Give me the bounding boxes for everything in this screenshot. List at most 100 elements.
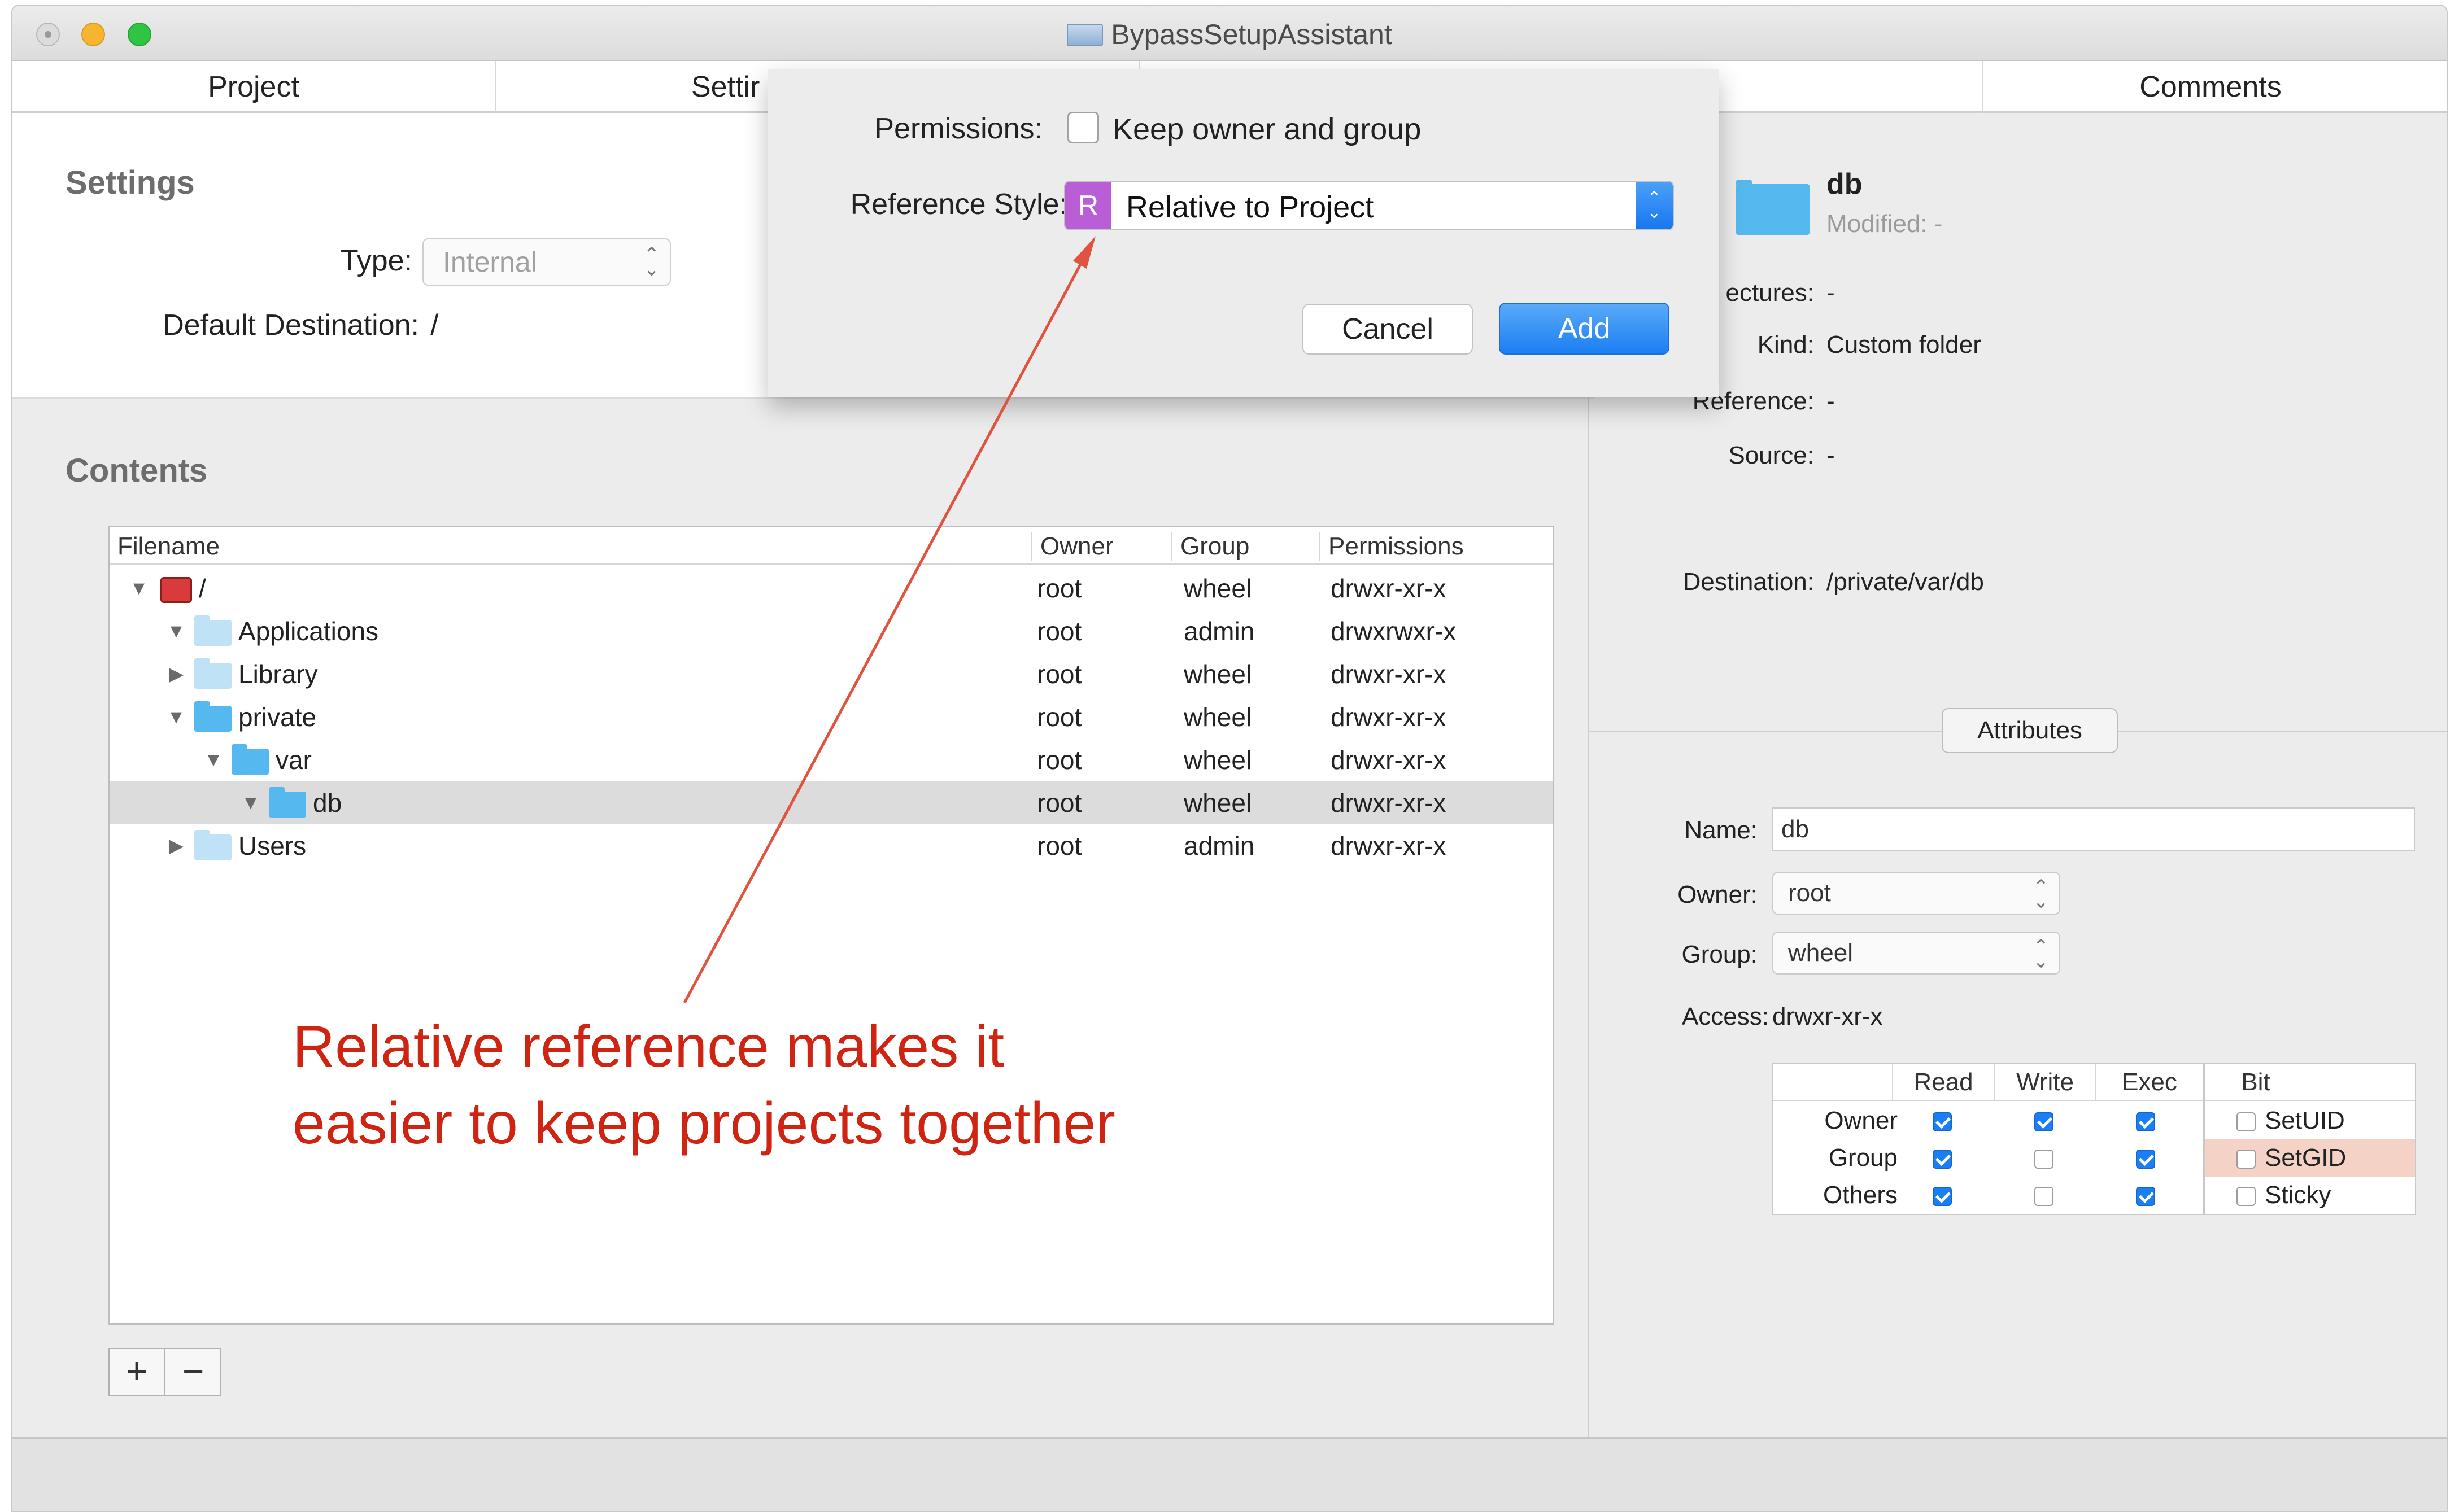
group-cell: wheel xyxy=(1184,788,1252,818)
disclosure-open-icon[interactable]: ▼ xyxy=(203,738,224,781)
keep-owner-group-checkbox[interactable] xyxy=(1067,112,1099,143)
table-row[interactable]: ▼ private root wheel drwxr-xr-x xyxy=(110,696,1553,738)
default-destination-value: / xyxy=(430,309,439,342)
setgid-checkbox[interactable] xyxy=(2236,1150,2256,1169)
column-header-group[interactable]: Group xyxy=(1171,532,1249,561)
table-row[interactable]: ▶ Users root admin drwxr-xr-x xyxy=(110,824,1553,867)
row-label-others: Others xyxy=(1823,1181,1898,1209)
permissions-cell: drwxr-xr-x xyxy=(1331,702,1446,732)
panel-divider xyxy=(1588,395,1589,1445)
chevron-updown-icon: ⌃ ⌄ xyxy=(643,244,660,280)
filename-cell: Applications xyxy=(238,617,379,646)
name-field[interactable]: db xyxy=(1772,807,2415,851)
remove-item-button[interactable]: − xyxy=(166,1349,220,1395)
table-row[interactable]: ▶ Library root wheel drwxr-xr-x xyxy=(110,653,1553,696)
permissions-label: Permissions: xyxy=(874,112,1043,145)
cancel-button[interactable]: Cancel xyxy=(1302,304,1473,355)
annotation-line-1: Relative reference makes it xyxy=(293,1014,1005,1080)
reference-style-select[interactable]: R Relative to Project ⌃ ⌄ xyxy=(1064,181,1674,230)
type-select[interactable]: Internal ⌃ ⌄ xyxy=(422,238,671,286)
row-label-group: Group xyxy=(1828,1144,1898,1172)
disk-icon xyxy=(160,577,192,603)
keep-owner-group-label[interactable]: Keep owner and group xyxy=(1113,112,1421,147)
setuid-label: SetUID xyxy=(2265,1107,2345,1134)
owner-cell: root xyxy=(1037,617,1082,646)
default-destination-label: Default Destination: xyxy=(163,309,419,342)
tab-project[interactable]: Project xyxy=(12,61,496,113)
applications-folder-icon xyxy=(194,615,232,646)
attributes-button[interactable]: Attributes xyxy=(1942,708,2118,753)
chevron-updown-icon: ⌃ ⌄ xyxy=(1636,182,1673,229)
owner-select[interactable]: root ⌃ ⌄ xyxy=(1772,872,2060,915)
add-remove-control: + − xyxy=(108,1348,221,1396)
owner-write-checkbox[interactable] xyxy=(2034,1112,2053,1131)
access-value: drwxr-xr-x xyxy=(1772,1003,1883,1030)
settings-heading: Settings xyxy=(66,164,195,201)
annotation-text: Relative reference makes it easier to ke… xyxy=(293,1008,1115,1162)
column-header-filename[interactable]: Filename xyxy=(110,532,220,561)
document-icon xyxy=(1067,24,1104,46)
tab-comments[interactable]: Comments xyxy=(1972,61,2447,113)
group-label: Group: xyxy=(1681,941,1758,968)
table-row[interactable]: ▼ Applications root admin drwxrwxr-x xyxy=(110,610,1553,653)
folder-icon xyxy=(1736,180,1810,235)
file-outline-table[interactable]: Filename Owner Group Permissions ▼ / roo… xyxy=(108,526,1554,1325)
table-row[interactable]: ▼ var root wheel drwxr-xr-x xyxy=(110,738,1553,781)
library-folder-icon xyxy=(194,658,232,689)
chevron-updown-icon: ⌃ ⌄ xyxy=(2033,876,2050,912)
modified-value: - xyxy=(1934,210,1943,238)
architectures-value: - xyxy=(1826,279,1835,307)
filename-cell: Library xyxy=(238,659,318,689)
relative-reference-badge-icon: R xyxy=(1065,182,1111,229)
filename-cell: Users xyxy=(238,831,307,860)
read-header: Read xyxy=(1892,1064,1994,1101)
owner-cell: root xyxy=(1037,702,1082,732)
filename-cell: private xyxy=(238,702,317,732)
kind-value: Custom folder xyxy=(1826,331,1981,359)
others-exec-checkbox[interactable] xyxy=(2136,1187,2155,1206)
filename-cell: db xyxy=(313,788,342,818)
window-title-text: BypassSetupAssistant xyxy=(1111,19,1392,50)
owner-cell: root xyxy=(1037,659,1082,689)
add-button[interactable]: Add xyxy=(1499,303,1669,355)
group-read-checkbox[interactable] xyxy=(1933,1150,1952,1169)
disclosure-closed-icon[interactable]: ▶ xyxy=(166,824,186,867)
type-label: Type: xyxy=(340,244,412,277)
sticky-checkbox[interactable] xyxy=(2236,1187,2256,1206)
users-folder-icon xyxy=(194,830,232,860)
row-label-owner: Owner xyxy=(1824,1107,1898,1134)
group-write-checkbox[interactable] xyxy=(2034,1150,2053,1169)
add-item-button[interactable]: + xyxy=(110,1349,165,1395)
setgid-label: SetGID xyxy=(2265,1144,2347,1172)
item-folder-icon xyxy=(1736,178,1810,235)
annotation-line-2: easier to keep projects together xyxy=(293,1091,1115,1156)
disclosure-open-icon[interactable]: ▼ xyxy=(241,781,261,824)
group-cell: wheel xyxy=(1184,574,1252,603)
group-select[interactable]: wheel ⌃ ⌄ xyxy=(1772,932,2060,975)
group-cell: wheel xyxy=(1184,659,1252,689)
filename-cell: / xyxy=(199,574,206,603)
table-row[interactable]: ▼ / root wheel drwxr-xr-x xyxy=(110,567,1553,610)
disclosure-open-icon[interactable]: ▼ xyxy=(166,696,186,738)
disclosure-open-icon[interactable]: ▼ xyxy=(166,610,186,653)
column-header-owner[interactable]: Owner xyxy=(1031,532,1114,561)
window-title: BypassSetupAssistant xyxy=(12,18,2447,51)
source-value: - xyxy=(1826,442,1835,469)
others-read-checkbox[interactable] xyxy=(1933,1187,1952,1206)
column-header-permissions[interactable]: Permissions xyxy=(1319,532,1464,561)
permissions-header-row: Read Write Exec Bit xyxy=(1773,1064,2415,1101)
owner-exec-checkbox[interactable] xyxy=(2136,1112,2155,1131)
table-row-selected[interactable]: ▼ db root wheel drwxr-xr-x xyxy=(110,781,1553,824)
sticky-label: Sticky xyxy=(2265,1181,2331,1209)
group-exec-checkbox[interactable] xyxy=(2136,1150,2155,1169)
setuid-checkbox[interactable] xyxy=(2236,1112,2256,1131)
group-cell: wheel xyxy=(1184,702,1252,732)
disclosure-open-icon[interactable]: ▼ xyxy=(129,567,149,610)
reference-style-value: Relative to Project xyxy=(1126,190,1374,224)
others-write-checkbox[interactable] xyxy=(2034,1187,2053,1206)
modified-label: Modified: - xyxy=(1826,210,1942,238)
disclosure-closed-icon[interactable]: ▶ xyxy=(166,653,186,696)
owner-read-checkbox[interactable] xyxy=(1933,1112,1952,1131)
owner-select-value: root xyxy=(1788,879,1831,907)
destination-value: /private/var/db xyxy=(1826,568,1984,596)
